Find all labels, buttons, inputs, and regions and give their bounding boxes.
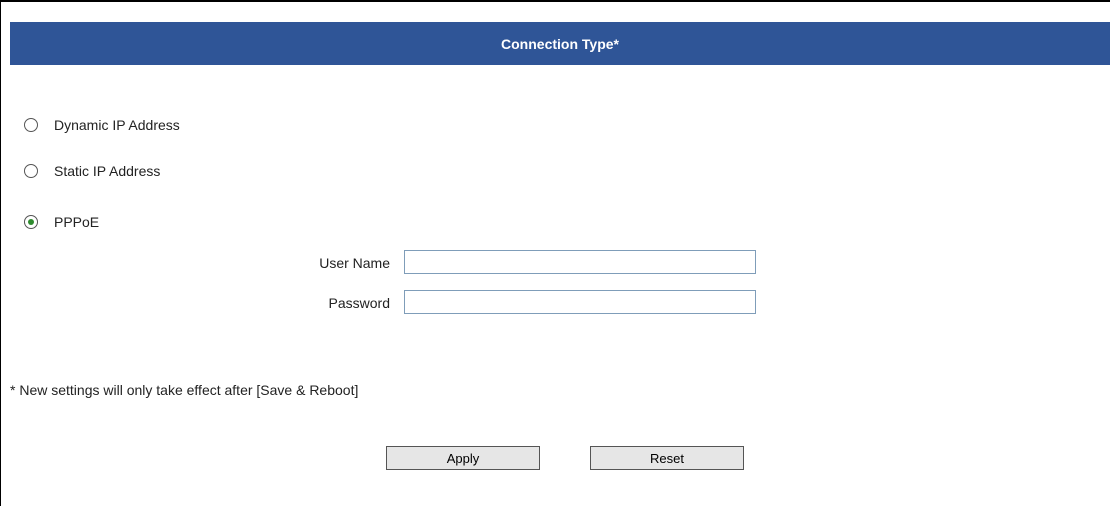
username-input[interactable]	[404, 250, 756, 274]
radio-button-dynamic-ip[interactable]	[24, 118, 38, 132]
password-input[interactable]	[404, 290, 756, 314]
radio-dynamic-ip[interactable]: Dynamic IP Address	[24, 115, 180, 135]
radio-button-pppoe[interactable]	[24, 215, 38, 229]
password-label: Password	[328, 295, 390, 311]
radio-label-dynamic-ip: Dynamic IP Address	[54, 117, 180, 133]
radio-static-ip[interactable]: Static IP Address	[24, 161, 160, 181]
radio-label-static-ip: Static IP Address	[54, 163, 161, 179]
section-title: Connection Type*	[501, 35, 619, 52]
apply-button[interactable]: Apply	[386, 446, 540, 470]
radio-label-pppoe: PPPoE	[54, 214, 100, 230]
settings-note: * New settings will only take effect aft…	[10, 382, 359, 398]
radio-pppoe[interactable]: PPPoE	[24, 212, 99, 232]
frame-left-border	[0, 0, 1, 506]
reset-button[interactable]: Reset	[590, 446, 744, 470]
username-label: User Name	[319, 255, 390, 271]
section-header: Connection Type*	[10, 22, 1110, 65]
frame-top-border	[0, 0, 1110, 2]
radio-button-static-ip[interactable]	[24, 164, 38, 178]
